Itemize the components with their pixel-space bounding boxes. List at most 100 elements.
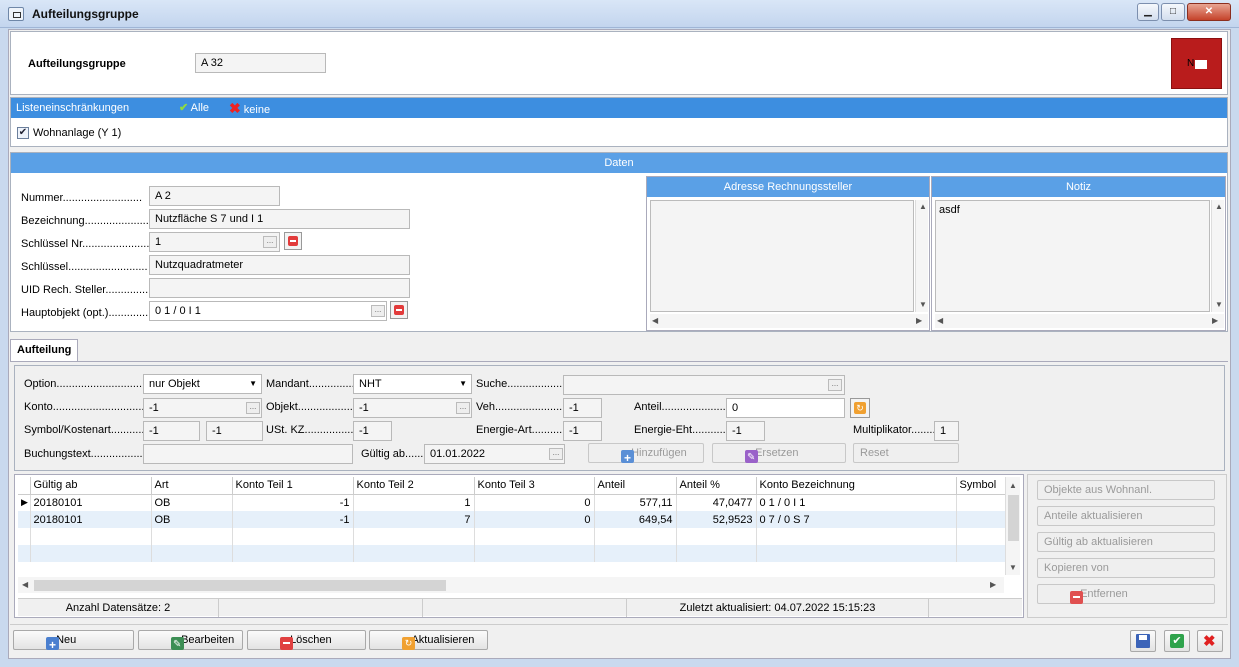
table-row[interactable]: ▶ 20180101 OB -1 1 0 577,11 47,0477 0 1 …: [18, 494, 1006, 511]
table-row[interactable]: 20180101 OB -1 7 0 649,54 52,9523 0 7 / …: [18, 511, 1006, 528]
col-header-anteil-pct[interactable]: Anteil %: [676, 477, 757, 495]
refresh-icon: ↻: [402, 636, 415, 650]
col-header-art[interactable]: Art: [151, 477, 233, 495]
wohnanlage-checkbox[interactable]: ✔: [17, 127, 29, 139]
record-count: Anzahl Datensätze: 2: [18, 599, 219, 617]
close-window-button[interactable]: ✕: [1187, 3, 1231, 21]
cell-art: OB: [151, 511, 233, 528]
maximize-button[interactable]: □: [1161, 3, 1185, 21]
konto-lookup-button[interactable]: ...: [246, 402, 260, 414]
buchungstext-field[interactable]: [143, 444, 353, 464]
neu-button[interactable]: + Neu: [13, 630, 134, 652]
bezeichnung-field[interactable]: Nutzfläche S 7 und I 1: [149, 209, 410, 229]
cell-konto-bez: 0 1 / 0 I 1: [756, 494, 957, 511]
col-header-konto2[interactable]: Konto Teil 2: [353, 477, 475, 495]
col-header-gueltig[interactable]: Gültig ab: [30, 477, 152, 495]
nummer-field[interactable]: A 2: [149, 186, 280, 206]
objekt-lookup-button[interactable]: ...: [456, 402, 470, 414]
col-header-konto3[interactable]: Konto Teil 3: [474, 477, 595, 495]
status-badge: N: [1171, 38, 1222, 89]
objekte-aus-wohnanl-button[interactable]: Objekte aus Wohnanl.: [1037, 480, 1215, 500]
col-header-symbol[interactable]: Symbol: [956, 477, 1006, 495]
loeschen-button[interactable]: Löschen: [247, 630, 366, 650]
tab-aufteilung[interactable]: Aufteilung: [10, 339, 78, 362]
energie-art-field[interactable]: -1: [563, 421, 602, 441]
anteil-field[interactable]: 0: [726, 398, 845, 418]
col-header-konto-bez[interactable]: Konto Bezeichnung: [756, 477, 957, 495]
select-all-link[interactable]: ✔ Alle: [179, 101, 209, 114]
multiplikator-field[interactable]: 1: [934, 421, 959, 441]
save-button[interactable]: [1130, 630, 1156, 652]
notiz-textarea[interactable]: asdf: [935, 200, 1210, 312]
hauptobjekt-clear-button[interactable]: [390, 301, 408, 319]
adresse-header: Adresse Rechnungssteller: [647, 177, 929, 197]
window-system-icon[interactable]: [8, 7, 24, 21]
konto-field[interactable]: -1: [143, 398, 262, 418]
plus-icon: +: [621, 449, 634, 465]
aktualisieren-button[interactable]: ↻ Aktualisieren: [369, 630, 488, 650]
cell-anteil-pct: 47,0477: [676, 494, 757, 511]
schluessel-nr-lookup-button[interactable]: ...: [263, 236, 277, 248]
ust-field[interactable]: -1: [353, 421, 392, 441]
anteile-aktualisieren-button[interactable]: Anteile aktualisieren: [1037, 506, 1215, 526]
grid-hscroll-thumb[interactable]: [34, 580, 446, 591]
schluessel-field[interactable]: Nutzquadratmeter: [149, 255, 410, 275]
data-grid[interactable]: Gültig ab Art Konto Teil 1 Konto Teil 2 …: [18, 477, 1006, 577]
badge-mask: [1195, 60, 1207, 69]
check-icon: ✔: [179, 102, 189, 114]
daten-panel: Daten Nummer.......................... A…: [10, 152, 1228, 332]
edit-form-icon: ✎: [171, 636, 184, 650]
adresse-textarea[interactable]: [650, 200, 914, 312]
schluessel-nr-field[interactable]: 1: [149, 232, 280, 252]
ersetzen-button[interactable]: ✎ Ersetzen: [712, 443, 846, 463]
cell-anteil-pct: 52,9523: [676, 511, 757, 528]
notiz-hscroll[interactable]: ◀ ▶: [935, 314, 1224, 328]
objekt-label: Objekt...................: [266, 401, 356, 413]
col-header-anteil[interactable]: Anteil: [594, 477, 677, 495]
col-header-konto1[interactable]: Konto Teil 1: [232, 477, 354, 495]
kopieren-von-button[interactable]: Kopieren von: [1037, 558, 1215, 578]
mandant-select[interactable]: NHT ▼: [353, 374, 472, 394]
anteil-calc-button[interactable]: ↻: [850, 398, 870, 418]
symbol-label: Symbol/Kostenart.............: [24, 424, 151, 436]
bearbeiten-button[interactable]: ✎ Bearbeiten: [138, 630, 243, 650]
header-value-field[interactable]: A 32: [195, 53, 326, 73]
symbol-field-1[interactable]: -1: [143, 421, 200, 441]
select-none-link[interactable]: ✖ keine: [229, 100, 270, 117]
ok-button[interactable]: ✔: [1164, 630, 1190, 652]
suche-field[interactable]: [563, 375, 845, 395]
option-select[interactable]: nur Objekt ▼: [143, 374, 262, 394]
window-title: Aufteilungsgruppe: [32, 7, 139, 21]
objekt-field[interactable]: -1: [353, 398, 472, 418]
nummer-label: Nummer..........................: [21, 192, 143, 204]
gueltig-field[interactable]: 01.01.2022: [424, 444, 565, 464]
option-label: Option...............................: [24, 378, 152, 390]
gueltig-ab-aktualisieren-button[interactable]: Gültig ab aktualisieren: [1037, 532, 1215, 552]
energie-art-label: Energie-Art..........: [476, 424, 563, 436]
entfernen-button[interactable]: Entfernen: [1037, 584, 1215, 604]
hauptobjekt-label: Hauptobjekt (opt.)..............: [21, 307, 152, 319]
reset-button[interactable]: Reset: [853, 443, 959, 463]
hauptobjekt-field[interactable]: 0 1 / 0 I 1: [149, 301, 387, 321]
veh-field[interactable]: -1: [563, 398, 602, 418]
energie-eht-field[interactable]: -1: [726, 421, 765, 441]
notiz-header: Notiz: [932, 177, 1225, 197]
adresse-hscroll[interactable]: ◀ ▶: [650, 314, 928, 328]
symbol-field-2[interactable]: -1: [206, 421, 263, 441]
refresh-icon: ↻: [854, 402, 866, 414]
suche-lookup-button[interactable]: ...: [828, 379, 842, 391]
adresse-vscroll[interactable]: ▲ ▼: [915, 200, 928, 312]
gueltig-datepicker-button[interactable]: ...: [549, 448, 563, 460]
schluessel-nr-clear-button[interactable]: [284, 232, 302, 250]
hinzufuegen-button[interactable]: + Hinzufügen: [588, 443, 704, 465]
wohnanlage-label: Wohnanlage (Y 1): [33, 127, 122, 139]
notiz-vscroll[interactable]: ▲ ▼: [1211, 200, 1224, 312]
minimize-button[interactable]: ▁: [1137, 3, 1159, 21]
grid-hscroll[interactable]: ◀ ▶: [18, 577, 1004, 593]
uid-field[interactable]: [149, 278, 410, 298]
grid-vscroll-thumb[interactable]: [1008, 495, 1019, 541]
suche-label: Suche....................: [476, 378, 569, 390]
cancel-button[interactable]: ✖: [1197, 630, 1223, 652]
hauptobjekt-lookup-button[interactable]: ...: [371, 305, 385, 317]
grid-vscroll[interactable]: ▲ ▼: [1005, 477, 1020, 575]
